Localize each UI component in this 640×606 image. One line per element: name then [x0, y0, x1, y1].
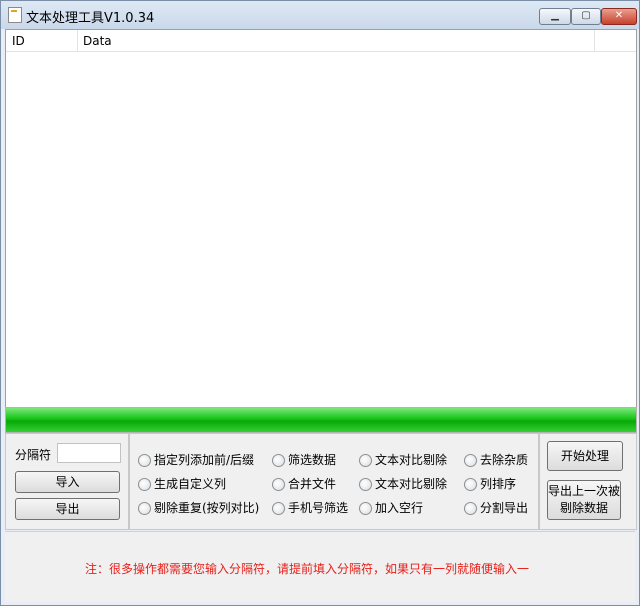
radio-button[interactable] [138, 502, 151, 515]
column-divider[interactable] [594, 30, 595, 51]
table-header: ID Data [6, 30, 636, 52]
radio-button[interactable] [464, 478, 477, 491]
maximize-button[interactable]: ▢ [571, 8, 601, 25]
progress-bar [5, 407, 637, 433]
option-label: 去除杂质 [480, 453, 529, 467]
option-label: 手机号筛选 [288, 501, 349, 515]
radio-button[interactable] [359, 454, 372, 467]
window-title: 文本处理工具V1.0.34 [26, 11, 155, 26]
option-label: 列排序 [480, 477, 517, 491]
option-label: 加入空行 [375, 501, 424, 515]
radio-button[interactable] [359, 502, 372, 515]
radio-button[interactable] [272, 502, 285, 515]
column-header-id[interactable]: ID [12, 34, 25, 48]
option-label: 分割导出 [480, 501, 529, 515]
start-processing-button[interactable]: 开始处理 [547, 441, 623, 471]
data-table[interactable]: ID Data [5, 29, 637, 408]
separator-input[interactable] [57, 443, 121, 463]
option-label: 合并文件 [288, 477, 337, 491]
export-removed-label-line1: 导出上一次被 [548, 484, 621, 498]
operation-options: 指定列添加前/后缀 筛选数据 文本对比剔除 去除杂质 生成自定义列 合并文件 文… [129, 433, 539, 530]
minimize-button[interactable]: ▁ [539, 8, 571, 25]
radio-button[interactable] [272, 478, 285, 491]
separator-label: 分隔符 [15, 448, 52, 462]
radio-button[interactable] [359, 478, 372, 491]
option-label: 剔除重复(按列对比) [154, 501, 260, 515]
radio-button[interactable] [464, 502, 477, 515]
option-label: 指定列添加前/后缀 [154, 453, 255, 467]
note-text: 注：很多操作都需要您输入分隔符，请提前填入分隔符，如果只有一列就随便输入一 [85, 562, 530, 576]
option-label: 生成自定义列 [154, 477, 227, 491]
io-panel: 分隔符 导入 导出 [5, 433, 129, 530]
app-icon [8, 7, 22, 23]
close-button[interactable]: ✕ [601, 8, 637, 25]
progress-fill [6, 408, 636, 432]
title-bar: 文本处理工具V1.0.34 ▁ ▢ ✕ [1, 1, 639, 29]
note-area: 注：很多操作都需要您输入分隔符，请提前填入分隔符，如果只有一列就随便输入一 [5, 531, 635, 602]
action-panel: 开始处理 导出上一次被 剔除数据 [539, 433, 637, 530]
option-label: 文本对比剔除 [375, 477, 448, 491]
column-header-data[interactable]: Data [83, 34, 112, 48]
radio-button[interactable] [138, 478, 151, 491]
radio-button[interactable] [138, 454, 151, 467]
export-removed-data-button[interactable]: 导出上一次被 剔除数据 [547, 480, 621, 520]
radio-button[interactable] [464, 454, 477, 467]
export-removed-label-line2: 剔除数据 [559, 501, 608, 515]
export-button[interactable]: 导出 [15, 498, 120, 520]
column-divider[interactable] [77, 30, 78, 51]
app-window: 文本处理工具V1.0.34 ▁ ▢ ✕ ID Data 分隔符 导入 导出 指定… [0, 0, 640, 606]
option-label: 筛选数据 [288, 453, 337, 467]
import-button[interactable]: 导入 [15, 471, 120, 493]
option-label: 文本对比剔除 [375, 453, 448, 467]
radio-button[interactable] [272, 454, 285, 467]
